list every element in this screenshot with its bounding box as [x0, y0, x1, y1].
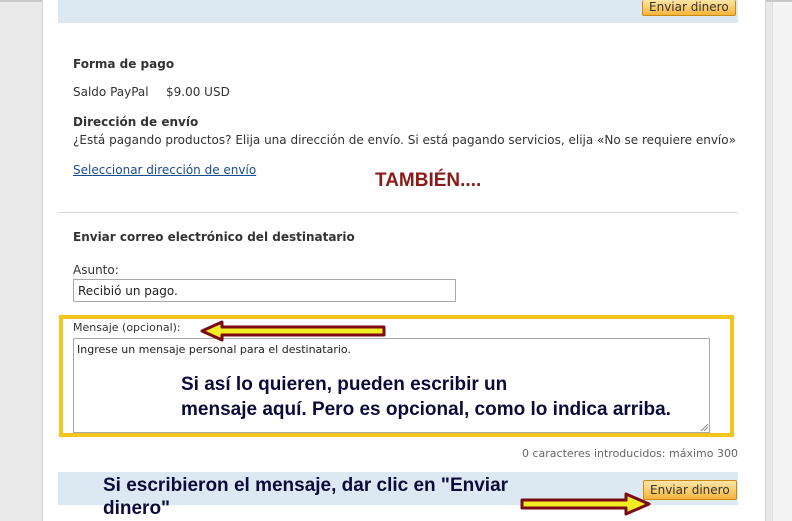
- payment-method-heading: Forma de pago: [73, 57, 175, 71]
- section-divider: [58, 212, 738, 213]
- arrow-right-icon: [520, 492, 651, 516]
- shipping-description: ¿Está pagando productos? Elija una direc…: [73, 133, 736, 147]
- resize-grip-icon[interactable]: [700, 423, 708, 431]
- top-action-bar: [58, 0, 738, 23]
- subject-label: Asunto:: [73, 263, 119, 277]
- annotation-optional-line1: Si así lo quieren, pueden escribir un: [181, 374, 508, 395]
- select-shipping-address-link[interactable]: Seleccionar dirección de envío: [73, 163, 256, 177]
- page-right-margin: [772, 2, 792, 521]
- payment-amount: $9.00 USD: [166, 85, 230, 99]
- annotation-tambien: TAMBIÉN....: [375, 170, 482, 191]
- shipping-heading: Dirección de envío: [73, 115, 199, 129]
- annotation-send-line2: dinero": [103, 498, 171, 519]
- email-section-heading: Enviar correo electrónico del destinatar…: [73, 230, 355, 244]
- send-money-button-top[interactable]: Enviar dinero: [642, 0, 736, 16]
- character-counter: 0 caracteres introducidos: máximo 300: [522, 447, 738, 460]
- arrow-left-icon: [200, 320, 386, 342]
- payment-form-panel: [42, 0, 766, 521]
- message-placeholder: Ingrese un mensaje personal para el dest…: [77, 343, 351, 356]
- message-label: Mensaje (opcional):: [73, 321, 181, 334]
- send-money-button-bottom[interactable]: Enviar dinero: [643, 480, 737, 500]
- annotation-optional-line2: mensaje aquí. Pero es opcional, como lo …: [181, 399, 671, 420]
- subject-input[interactable]: Recibió un pago.: [73, 279, 456, 302]
- subject-value: Recibió un pago.: [78, 284, 178, 298]
- annotation-send-line1: Si escribieron el mensaje, dar clic en "…: [103, 475, 509, 496]
- payment-source: Saldo PayPal: [73, 85, 149, 99]
